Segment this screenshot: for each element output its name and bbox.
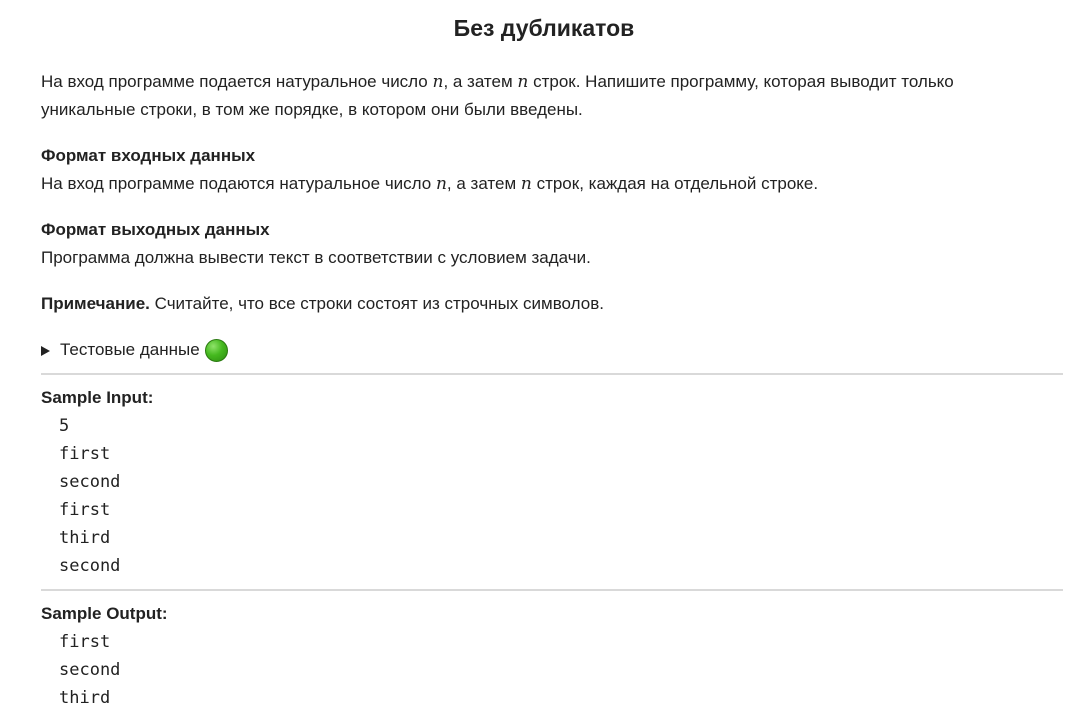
sample-input-line: third xyxy=(59,528,111,548)
note-paragraph: Примечание. Считайте, что все строки сос… xyxy=(41,290,604,318)
statement-text-part: строк. Напишите программу, которая вывод… xyxy=(528,72,954,91)
variable-n: n xyxy=(520,174,532,194)
note-text: Считайте, что все строки состоят из стро… xyxy=(149,294,604,313)
sample-input-line: first xyxy=(59,444,111,464)
sample-output-code: first second third xyxy=(59,628,120,712)
problem-page: Без дубликатов На вход программе подаетс… xyxy=(0,0,1088,722)
green-circle-icon xyxy=(204,338,228,362)
variable-n: n xyxy=(435,174,447,194)
variable-n: n xyxy=(432,72,444,92)
sample-input-label: Sample Input: xyxy=(41,388,154,407)
note-label: Примечание. xyxy=(41,294,150,313)
sample-input-line: first xyxy=(59,500,111,520)
divider xyxy=(41,589,1063,591)
test-data-label: Тестовые данные xyxy=(60,340,200,359)
input-format-text-part: , а затем xyxy=(446,174,521,193)
input-format-text-part: строк, каждая на отдельной строке. xyxy=(531,174,819,193)
statement-paragraph-line-2: уникальные строки, в том же порядке, в к… xyxy=(41,100,583,119)
statement-text-part: , а затем xyxy=(443,72,518,91)
variable-n: n xyxy=(517,72,529,92)
statement-text-part: На вход программе подается натуральное ч… xyxy=(41,72,433,91)
sample-output-line: second xyxy=(59,660,121,680)
statement-paragraph-line-1: На вход программе подается натуральное ч… xyxy=(41,68,954,96)
sample-output-line: first xyxy=(59,632,111,652)
sample-input-line: second xyxy=(59,556,121,576)
sample-input-line: 5 xyxy=(59,416,70,436)
sample-output-line: third xyxy=(59,688,111,708)
sample-input-line: second xyxy=(59,472,121,492)
input-format-heading: Формат входных данных xyxy=(41,146,256,165)
input-format-text: На вход программе подаются натуральное ч… xyxy=(41,170,818,198)
disclosure-triangle-icon xyxy=(41,345,50,356)
output-format-text: Программа должна вывести текст в соответ… xyxy=(41,248,591,267)
sample-output-label: Sample Output: xyxy=(41,604,168,623)
sample-input-code: 5 first second first third second xyxy=(59,412,120,580)
output-format-heading: Формат выходных данных xyxy=(41,220,270,239)
test-data-toggle[interactable]: Тестовые данные xyxy=(41,336,228,364)
page-title: Без дубликатов xyxy=(453,15,635,41)
input-format-text-part: На вход программе подаются натуральное ч… xyxy=(41,174,436,193)
divider xyxy=(41,373,1063,375)
